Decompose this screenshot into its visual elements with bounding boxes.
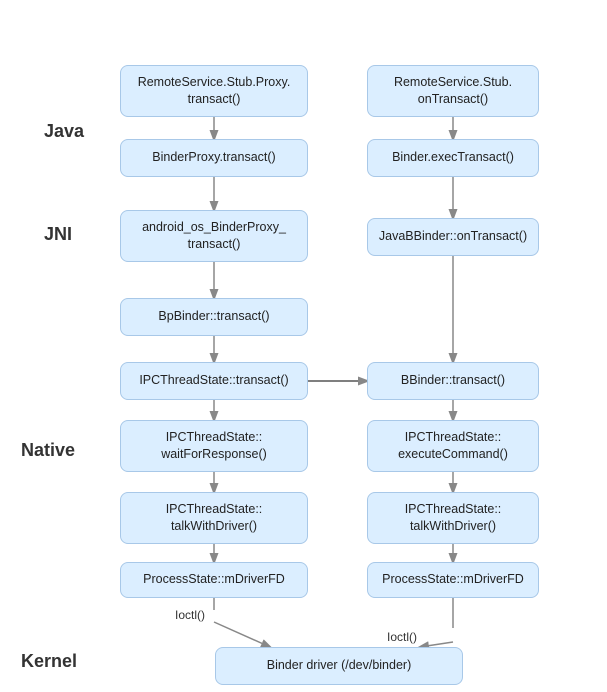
ioctl-label-left: Ioctl() [175, 608, 205, 622]
box-binder-exectransact: Binder.execTransact() [367, 139, 539, 177]
java-label: Java [44, 121, 84, 142]
box-remote-service-stub-proxy-transact: RemoteService.Stub.Proxy. transact() [120, 65, 308, 117]
box-android-os-binderproxy-transact: android_os_BinderProxy_ transact() [120, 210, 308, 262]
kernel-label: Kernel [21, 651, 77, 672]
box-ipcthreadstate-executecommand: IPCThreadState:: executeCommand() [367, 420, 539, 472]
box-ipcthreadstate-talkwithdriver-right: IPCThreadState:: talkWithDriver() [367, 492, 539, 544]
native-label: Native [21, 440, 75, 461]
box-ipcthreadstate-waitforresponse: IPCThreadState:: waitForResponse() [120, 420, 308, 472]
box-remote-service-stub-ontransact: RemoteService.Stub. onTransact() [367, 65, 539, 117]
box-ipcthreadstate-transact: IPCThreadState::transact() [120, 362, 308, 400]
box-bbinder-transact: BBinder::transact() [367, 362, 539, 400]
diagram-container: Java JNI Native Kernel RemoteService.Stu… [0, 0, 607, 692]
box-bpbinder-transact: BpBinder::transact() [120, 298, 308, 336]
box-binderproxy-transact: BinderProxy.transact() [120, 139, 308, 177]
box-processstate-mdriverfd-left: ProcessState::mDriverFD [120, 562, 308, 598]
ioctl-label-right: Ioctl() [387, 630, 417, 644]
jni-label: JNI [44, 224, 72, 245]
box-binder-driver: Binder driver (/dev/binder) [215, 647, 463, 685]
box-ipcthreadstate-talkwithdriver-left: IPCThreadState:: talkWithDriver() [120, 492, 308, 544]
box-javabbinder-ontransact: JavaBBinder::onTransact() [367, 218, 539, 256]
box-processstate-mdriverfd-right: ProcessState::mDriverFD [367, 562, 539, 598]
